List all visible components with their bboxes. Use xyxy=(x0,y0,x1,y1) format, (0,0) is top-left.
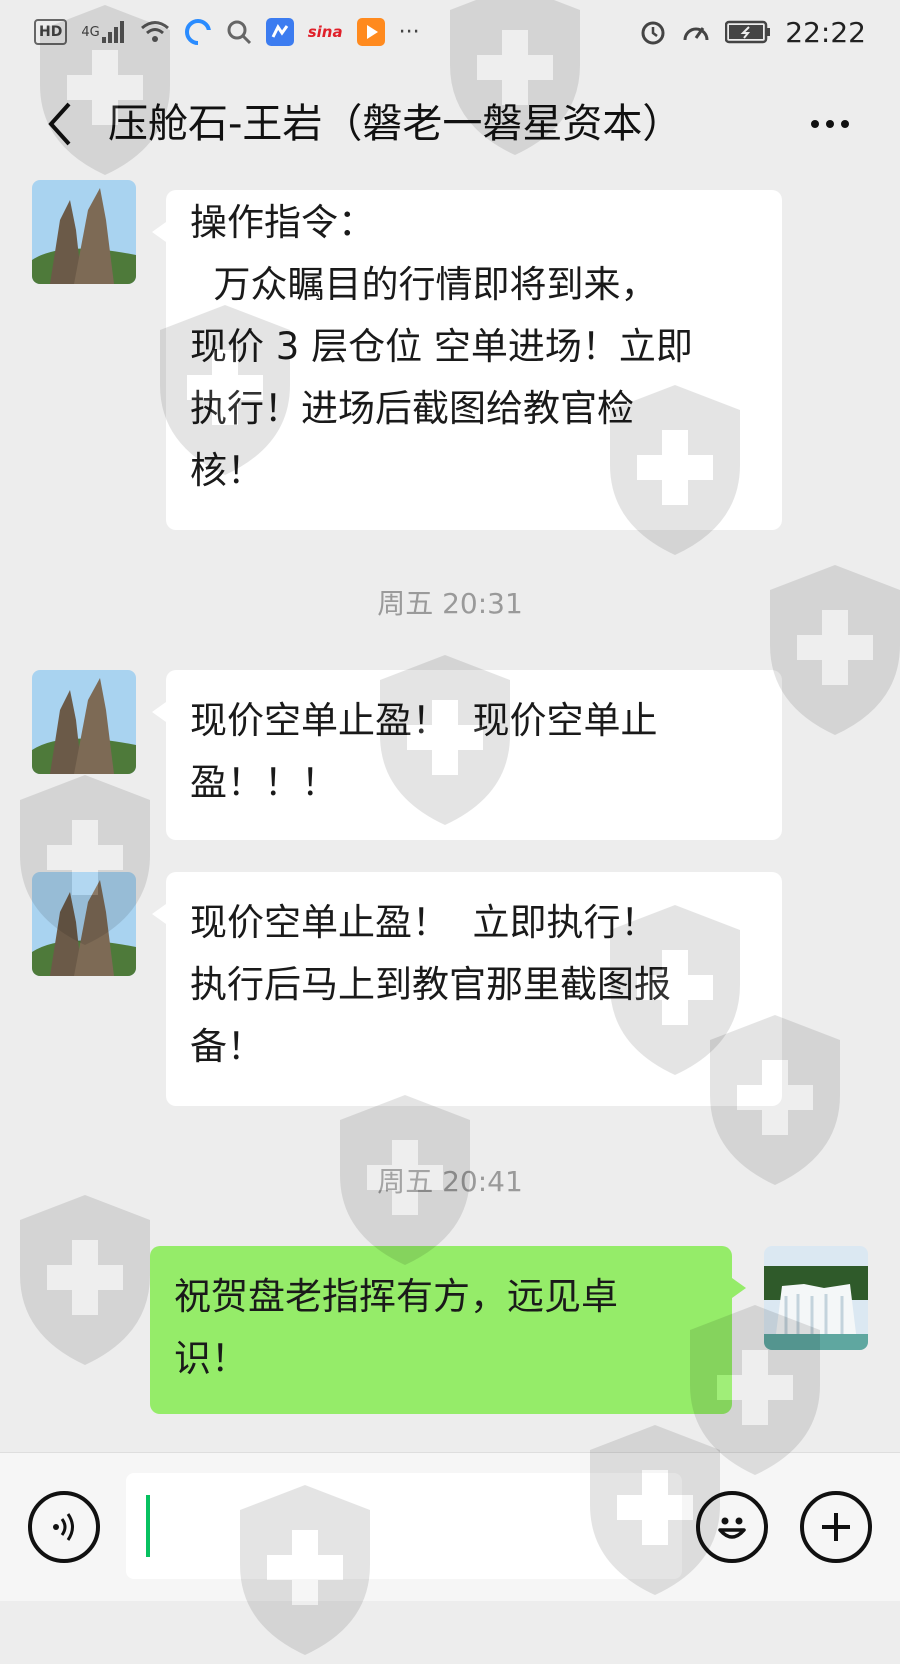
search-icon xyxy=(226,17,252,47)
more-dot-icon xyxy=(811,120,819,128)
speed-icon xyxy=(681,17,711,47)
text-caret xyxy=(146,1495,150,1557)
chat-title: 压舱石-王岩（磐老一磐星资本） xyxy=(108,101,683,147)
clock-time: 22:22 xyxy=(785,15,866,49)
my-message-bubble[interactable]: 祝贺盘老指挥有方，远见卓 识！ xyxy=(150,1246,746,1414)
status-bar: HD 4G sina ··· 22:22 xyxy=(0,0,900,64)
sina-icon: sina xyxy=(307,23,343,41)
chevron-left-icon xyxy=(48,102,71,146)
emoji-button[interactable] xyxy=(696,1491,768,1563)
status-bar-left: HD 4G sina ··· xyxy=(34,17,420,47)
emoji-icon xyxy=(718,1517,746,1539)
message-bubble[interactable]: 现价空单止盈！ 立即执行！ 执行后马上到教官那里截图报 备！ xyxy=(152,872,782,1106)
shield-plus-icon xyxy=(10,1190,160,1370)
contact-avatar[interactable] xyxy=(32,872,136,976)
signal-4g-icon: 4G xyxy=(81,17,125,47)
plus-icon xyxy=(822,1513,850,1541)
more-dot-icon xyxy=(826,120,834,128)
video-app-icon xyxy=(356,17,385,47)
contact-avatar[interactable] xyxy=(32,670,136,774)
message-input[interactable] xyxy=(126,1473,682,1579)
alarm-icon xyxy=(639,17,667,47)
more-dot-icon xyxy=(841,120,849,128)
hd-icon: HD xyxy=(34,19,68,45)
app-icon-1 xyxy=(184,17,212,47)
more-options-button[interactable] xyxy=(800,104,860,144)
my-avatar[interactable] xyxy=(764,1246,868,1350)
more-notifications-icon: ··· xyxy=(398,19,420,45)
network-type-label: 4G xyxy=(81,24,100,40)
contact-avatar[interactable] xyxy=(32,180,136,284)
chat-header: 压舱石-王岩（磐老一磐星资本） xyxy=(0,64,900,184)
more-functions-button[interactable] xyxy=(800,1491,872,1563)
wifi-icon xyxy=(140,17,170,47)
voice-icon xyxy=(53,1513,74,1541)
back-button[interactable] xyxy=(30,94,90,154)
battery-icon xyxy=(725,17,771,47)
message-timestamp: 周五 20:41 xyxy=(377,1165,523,1198)
message-bubble[interactable]: 现价空单止盈！ 现价空单止 盈！！！ xyxy=(152,670,782,840)
app-icon-2 xyxy=(265,17,294,47)
status-bar-right: 22:22 xyxy=(639,16,866,49)
message-bubble[interactable]: 操作指令： 万众瞩目的行情即将到来， 现价 3 层仓位 空单进场！立即 执行！进… xyxy=(152,190,782,530)
voice-button[interactable] xyxy=(28,1491,100,1563)
message-timestamp: 周五 20:31 xyxy=(377,587,523,620)
input-bar xyxy=(0,1452,900,1601)
